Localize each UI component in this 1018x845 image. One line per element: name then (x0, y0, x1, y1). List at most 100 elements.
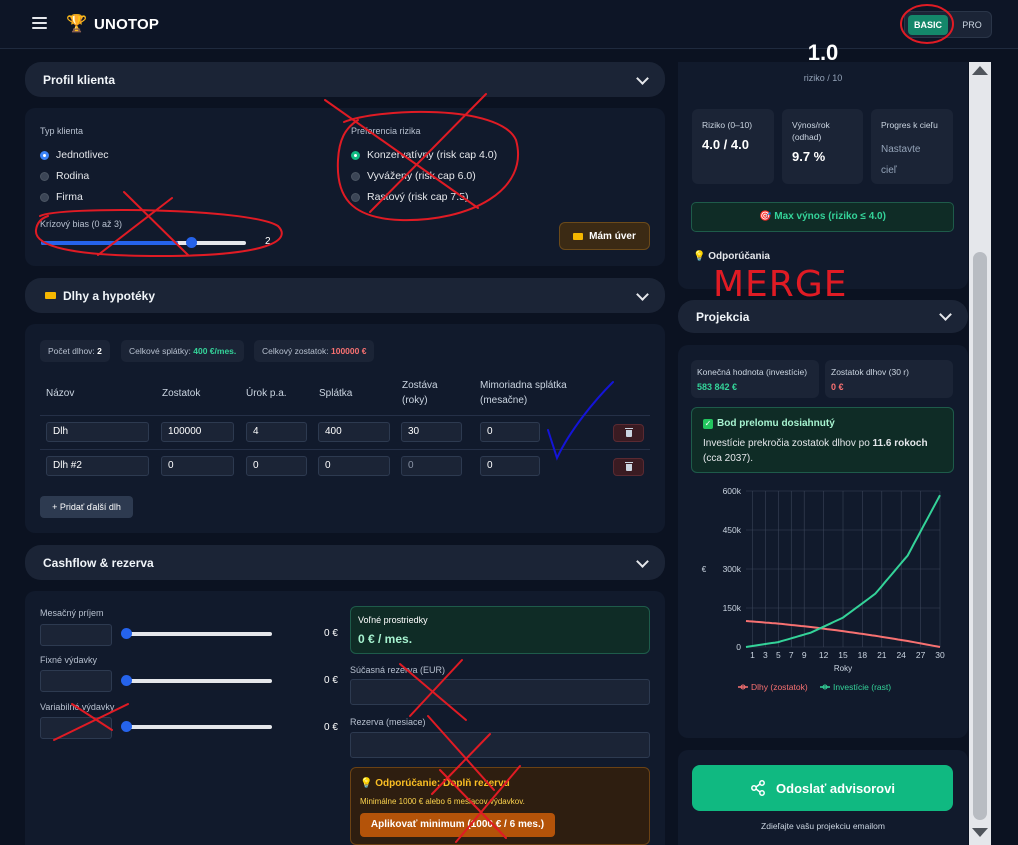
debt-balance-pill: Celkový zostatok: 100000 € (254, 340, 375, 362)
lightbulb-icon: 💡 (693, 251, 706, 262)
scroll-down-icon[interactable] (972, 828, 988, 837)
reserve-input[interactable] (350, 679, 650, 705)
free-funds-box: Voľné prostriedky 0 € / mes. (350, 606, 650, 654)
col-remaining: Zostáva (roky) (402, 380, 438, 406)
section-cashflow-header[interactable]: Cashflow & rezerva (25, 545, 665, 580)
menu-icon[interactable] (32, 17, 47, 29)
section-profile-header[interactable]: Profil klienta (25, 62, 665, 97)
trash-icon[interactable] (613, 458, 644, 476)
breakeven-box: ✓ Bod prelomu dosiahnutý Investície prekr… (691, 407, 954, 473)
y-tick-label: 600k (723, 486, 742, 496)
share-icon (751, 780, 765, 796)
x-axis-label: Roky (834, 664, 852, 673)
risk-score: 1.0 (807, 40, 839, 65)
fixed-slider[interactable] (121, 675, 272, 686)
debt-extra-input[interactable]: 0 (480, 456, 540, 476)
plan-pro-button[interactable]: PRO (955, 15, 989, 35)
debt-balance-input[interactable]: 0 (161, 456, 234, 476)
trophy-icon: 🏆 (66, 14, 88, 33)
y-tick-label: 0 (736, 642, 741, 652)
recommendations-heading[interactable]: 💡 Odporúčania (693, 251, 770, 262)
tip-title: 💡 Odporúčanie: Doplň rezervu (360, 778, 510, 789)
scrollbar-thumb[interactable] (973, 252, 987, 820)
radio-client-family[interactable]: Rodina (40, 170, 89, 182)
debt-count-pill: Počet dlhov: 2 (40, 340, 110, 362)
free-funds-value: 0 € / mes. (358, 632, 413, 646)
variable-value: 0 € (324, 722, 338, 733)
plan-toggle: BASIC PRO (904, 11, 992, 38)
breakeven-text: Investície prekročia zostatok dlhov po 1… (703, 438, 928, 464)
max-yield-button[interactable]: 🎯 Max výnos (riziko ≤ 4.0) (691, 202, 954, 232)
income-label: Mesačný príjem (40, 608, 104, 618)
debt-rate-input[interactable]: 0 (246, 456, 307, 476)
chevron-down-icon (939, 308, 952, 321)
debt-payments-pill: Celkové splátky: 400 €/mes. (121, 340, 245, 362)
trash-icon[interactable] (613, 424, 644, 442)
section-projection-header[interactable]: Projekcia (678, 300, 968, 333)
x-tick-label: 15 (838, 650, 848, 660)
x-tick-label: 30 (935, 650, 945, 660)
section-title: Projekcia (696, 310, 750, 324)
debt-extra-input[interactable]: 0 (480, 422, 540, 442)
debt-name-input[interactable]: Dlh #2 (46, 456, 149, 476)
radio-risk-conservative[interactable]: Konzervatívny (risk cap 4.0) (351, 149, 497, 161)
yield-stat: Výnos/rok (odhad) 9.7 % (782, 109, 863, 184)
crisis-bias-slider[interactable] (41, 237, 246, 248)
profile-card: Typ klienta Jednotlivec Rodina Firma Krí… (25, 108, 665, 266)
income-input[interactable] (40, 624, 112, 646)
progress-stat: Progres k cieľu Nastavte cieľ (871, 109, 953, 184)
x-tick-label: 12 (819, 650, 829, 660)
x-tick-label: 21 (877, 650, 887, 660)
reserve-tip-box: 💡 Odporúčanie: Doplň rezervu Minimálne 1… (350, 767, 650, 845)
variable-input[interactable] (40, 717, 112, 739)
risk-pref-label: Preferencia rizika (351, 126, 421, 136)
income-slider[interactable] (121, 628, 272, 639)
y-tick-label: 450k (723, 525, 742, 535)
col-payment: Splátka (319, 388, 353, 399)
radio-risk-balanced[interactable]: Vyvážený (risk cap 6.0) (351, 170, 476, 182)
x-tick-label: 24 (896, 650, 906, 660)
debt-rate-input[interactable]: 4 (246, 422, 307, 442)
app-title: UNOTOP (94, 16, 160, 33)
debt-payment-input[interactable]: 400 (318, 422, 390, 442)
section-debts-header[interactable]: Dlhy a hypotéky (25, 278, 665, 313)
debt-years-input[interactable]: 0 (401, 456, 462, 476)
risk-score-sub: riziko / 10 (803, 73, 843, 83)
reserve-months-label: Rezerva (mesiace) (350, 717, 426, 727)
tip-text: Minimálne 1000 € alebo 6 mesiacov výdavk… (360, 797, 525, 806)
chevron-down-icon (636, 288, 649, 301)
legend-label: Investície (rast) (833, 682, 891, 692)
variable-label: Variabilné výdavky (40, 702, 115, 712)
x-tick-label: 9 (802, 650, 807, 660)
debt-name-input[interactable]: Dlh (46, 422, 149, 442)
plan-basic-button[interactable]: BASIC (908, 15, 948, 35)
fixed-label: Fixné výdavky (40, 655, 98, 665)
debt-balance-input[interactable]: 100000 (161, 422, 234, 442)
y-tick-label: 300k (723, 564, 742, 574)
x-tick-label: 5 (776, 650, 781, 660)
debt-payment-input[interactable]: 0 (318, 456, 390, 476)
crisis-bias-value: 2 (265, 236, 271, 247)
send-to-advisor-button[interactable]: Odoslať advisorovi (692, 765, 953, 811)
x-tick-label: 1 (750, 650, 755, 660)
scroll-up-icon[interactable] (972, 66, 988, 75)
x-tick-label: 18 (858, 650, 868, 660)
x-tick-label: 3 (763, 650, 768, 660)
section-title: Profil klienta (43, 73, 116, 87)
breakeven-title: ✓ Bod prelomu dosiahnutý (703, 418, 835, 429)
variable-slider[interactable] (121, 721, 272, 732)
chevron-down-icon (636, 72, 649, 85)
col-rate: Úrok p.a. (246, 388, 287, 399)
apply-minimum-button[interactable]: Aplikovať minimum (1000 € / 6 mes.) (360, 813, 555, 837)
add-debt-button[interactable]: + Pridať ďalší dlh (40, 496, 133, 518)
radio-risk-growth[interactable]: Rastový (risk cap 7.5) (351, 191, 469, 203)
debt-years-input[interactable]: 30 (401, 422, 462, 442)
card-icon (45, 292, 56, 299)
section-title: Cashflow & rezerva (43, 556, 154, 570)
legend-label: Dlhy (zostatok) (751, 682, 808, 692)
fixed-input[interactable] (40, 670, 112, 692)
radio-client-individual[interactable]: Jednotlivec (40, 149, 109, 161)
reserve-months-input[interactable] (350, 732, 650, 758)
radio-client-company[interactable]: Firma (40, 191, 83, 203)
have-loan-button[interactable]: Mám úver (559, 222, 650, 250)
